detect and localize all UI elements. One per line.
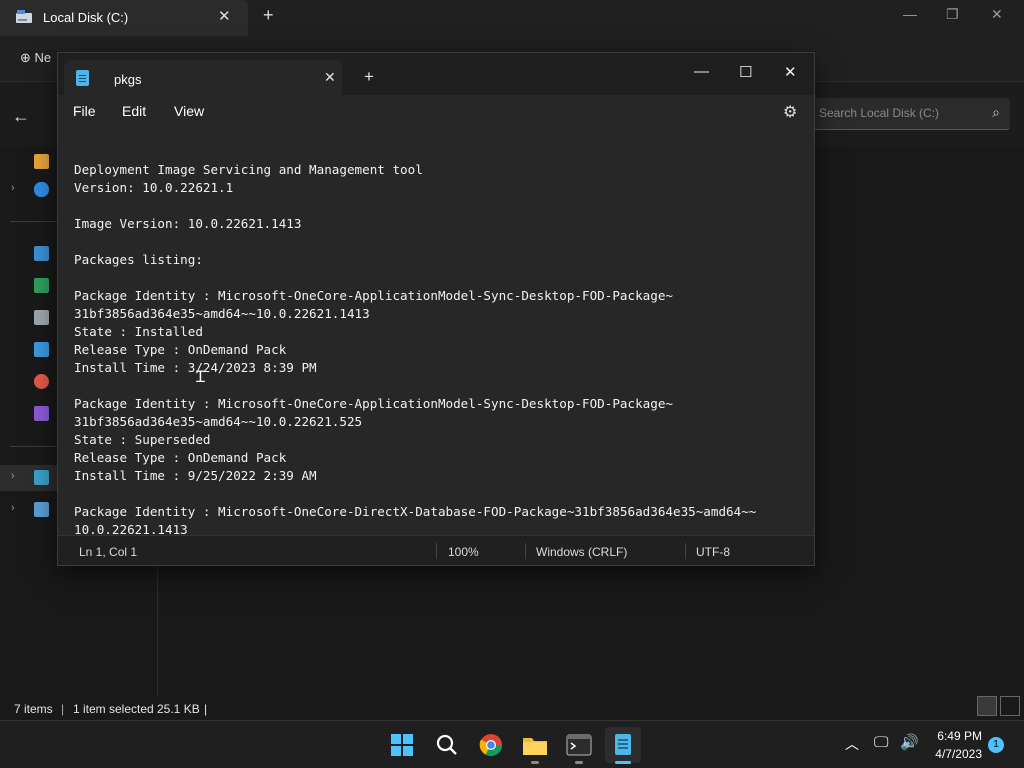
notepad-tab-title: pkgs: [114, 72, 142, 87]
drive-icon: [16, 10, 32, 23]
close-window-button[interactable]: ✕: [991, 6, 1003, 23]
encoding: UTF-8: [696, 545, 730, 559]
chevron-right-icon[interactable]: ›: [11, 470, 15, 482]
explorer-tab[interactable]: Local Disk (C:) ✕: [0, 0, 248, 36]
notepad-taskbar-button[interactable]: [605, 727, 641, 764]
status-divider: [436, 543, 437, 559]
status-divider: [685, 543, 686, 559]
volume-icon[interactable]: 🔊: [900, 733, 919, 751]
terminal-taskbar-button[interactable]: [561, 727, 597, 764]
item-count: 7 items: [14, 702, 53, 716]
status-separator: |: [204, 702, 208, 716]
close-window-button[interactable]: ✕: [784, 63, 797, 81]
zoom-level: 100%: [448, 545, 479, 559]
menu-view[interactable]: View: [174, 103, 204, 119]
notepad-icon: [615, 734, 631, 755]
plus-circle-icon: ⊕: [20, 50, 31, 65]
chevron-right-icon[interactable]: ›: [11, 182, 15, 194]
running-indicator: [575, 761, 583, 764]
folder-icon: [523, 738, 547, 755]
cursor-position: Ln 1, Col 1: [79, 545, 138, 559]
restore-button[interactable]: ❐: [946, 6, 959, 23]
search-input[interactable]: Search Local Disk (C:) ⌕: [812, 98, 1010, 130]
menu-edit[interactable]: Edit: [122, 103, 146, 119]
running-indicator: [531, 761, 539, 764]
tiles-view-button[interactable]: [1000, 696, 1020, 716]
notepad-status-bar: Ln 1, Col 1 100% Windows (CRLF) UTF-8: [58, 535, 814, 565]
desktop-icon: [34, 246, 49, 261]
home-icon: [34, 154, 49, 169]
file-explorer-taskbar-button[interactable]: [517, 727, 553, 764]
music-icon: [34, 374, 49, 389]
windows-logo-icon: [391, 734, 413, 756]
selection-size: 25.1 KB: [157, 702, 200, 716]
video-icon: [34, 406, 49, 421]
gear-icon[interactable]: ⚙: [783, 102, 797, 122]
explorer-titlebar: Local Disk (C:) ✕ + — ❐ ✕: [0, 0, 1024, 36]
notepad-window: pkgs ✕ + — ☐ ✕ File Edit View ⚙ Deployme…: [57, 52, 815, 566]
search-placeholder: Search Local Disk (C:): [819, 106, 940, 120]
cloud-icon: [34, 182, 49, 197]
start-button[interactable]: [384, 727, 420, 763]
search-icon: [436, 734, 457, 755]
notification-badge[interactable]: 1: [988, 737, 1004, 753]
line-ending: Windows (CRLF): [536, 545, 628, 559]
chrome-icon: [479, 734, 502, 756]
details-view-button[interactable]: [977, 696, 997, 716]
download-icon: [34, 278, 49, 293]
chrome-taskbar-button[interactable]: [473, 727, 509, 763]
active-indicator: [615, 761, 631, 764]
notepad-text-area[interactable]: Deployment Image Servicing and Managemen…: [58, 129, 814, 535]
status-divider: [525, 543, 526, 559]
close-tab-icon[interactable]: ✕: [218, 7, 231, 25]
new-button[interactable]: ⊕ Ne: [20, 50, 51, 66]
explorer-tab-title: Local Disk (C:): [43, 10, 129, 25]
taskbar: ︿ 🖵 🔊 6:49 PM 4/7/2023 1: [0, 720, 1024, 768]
new-tab-button[interactable]: +: [364, 67, 374, 87]
new-button-label: Ne: [34, 50, 52, 65]
document-icon: [34, 310, 49, 325]
notepad-tab[interactable]: pkgs ✕: [64, 60, 342, 95]
explorer-status-bar: 7 items | 1 item selected 25.1 KB |: [0, 696, 1024, 720]
menu-file[interactable]: File: [73, 103, 96, 119]
computer-icon: [34, 470, 49, 485]
notepad-menubar: File Edit View ⚙: [58, 95, 814, 129]
show-hidden-icons-chevron-icon[interactable]: ︿: [845, 734, 859, 754]
search-button[interactable]: [429, 727, 465, 763]
network-icon: [34, 502, 49, 517]
text-cursor-icon: Ɪ: [196, 369, 205, 386]
terminal-icon: [566, 734, 592, 756]
selection-count: 1 item selected: [73, 702, 154, 716]
notepad-icon: [76, 70, 89, 86]
status-separator: |: [61, 702, 65, 716]
clock-date[interactable]: 4/7/2023: [926, 747, 982, 761]
maximize-button[interactable]: ☐: [739, 63, 752, 81]
notepad-titlebar: pkgs ✕ + — ☐ ✕: [58, 53, 814, 95]
new-tab-button[interactable]: +: [263, 5, 274, 26]
picture-icon: [34, 342, 49, 357]
document-text: Deployment Image Servicing and Managemen…: [74, 162, 757, 535]
minimize-button[interactable]: —: [694, 63, 709, 80]
close-tab-icon[interactable]: ✕: [324, 69, 336, 86]
clock-time[interactable]: 6:49 PM: [930, 729, 982, 743]
chevron-right-icon[interactable]: ›: [11, 502, 15, 514]
search-icon[interactable]: ⌕: [992, 104, 1000, 121]
network-icon[interactable]: 🖵: [874, 734, 888, 751]
back-arrow-icon[interactable]: ←: [12, 106, 30, 127]
minimize-button[interactable]: —: [903, 6, 917, 22]
